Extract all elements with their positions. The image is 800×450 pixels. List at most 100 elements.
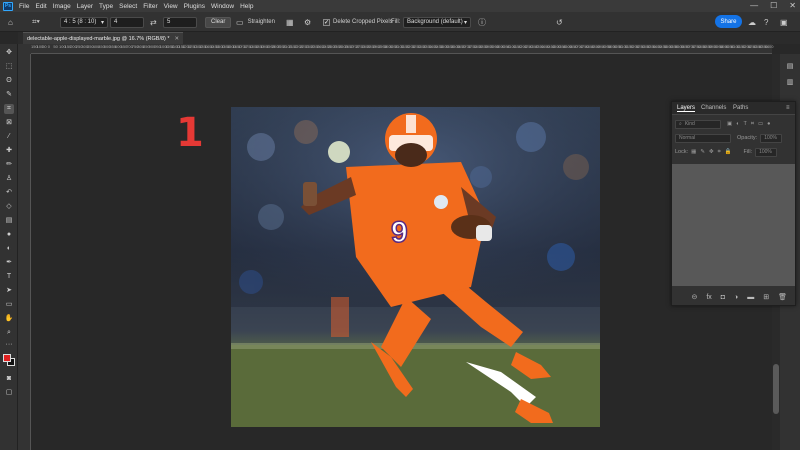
layers-panel: Layers Channels Paths ≡ ⌕ Kind ▣◐T⌗▭● Nor…: [671, 101, 796, 306]
quick-mask-icon[interactable]: ◙: [4, 374, 14, 384]
ruler-tick-label: 50: [42, 44, 47, 49]
opacity-input[interactable]: 100%: [760, 133, 783, 143]
pen-tool-icon[interactable]: ✒: [4, 258, 14, 268]
height-input[interactable]: 5: [163, 16, 197, 28]
lasso-tool-icon[interactable]: ʘ: [4, 76, 14, 86]
cloud-icon[interactable]: ☁: [748, 16, 756, 28]
chevron-down-icon: ▾: [463, 19, 467, 26]
frame-tool-icon[interactable]: ⊠: [4, 118, 14, 128]
width-input[interactable]: 4: [110, 16, 144, 28]
zoom-tool-icon[interactable]: ⌕: [4, 328, 14, 338]
delete-cropped-checkbox[interactable]: ✓: [323, 18, 330, 26]
add-mask-icon[interactable]: ◘: [721, 294, 725, 301]
healing-brush-icon[interactable]: ✚: [4, 146, 14, 156]
more-tools-icon[interactable]: ···: [4, 340, 14, 350]
ruler-tick-label: 6400: [764, 44, 774, 49]
menu-layer[interactable]: Layer: [77, 3, 93, 10]
ruler-tick-label: 50: [53, 44, 58, 49]
maximize-icon[interactable]: ☐: [770, 1, 777, 10]
dodge-tool-icon[interactable]: ◐: [4, 244, 14, 254]
home-icon[interactable]: ⌂: [8, 16, 13, 28]
menu-edit[interactable]: Edit: [35, 3, 46, 10]
document-tab-title: delectable-apple-displayed-marble.jpg @ …: [27, 35, 170, 42]
screen-mode-icon[interactable]: ▢: [4, 388, 14, 398]
share-button[interactable]: Share: [715, 15, 742, 28]
info-icon[interactable]: ⓘ: [478, 16, 486, 28]
hand-tool-icon[interactable]: ✋: [4, 314, 14, 324]
menu-view[interactable]: View: [164, 3, 178, 10]
close-tab-icon[interactable]: ✕: [175, 36, 180, 42]
fill-value: Background (default): [407, 19, 463, 25]
menu-type[interactable]: Type: [99, 3, 113, 10]
lock-icons[interactable]: ▦✎✥⌗🔒: [691, 149, 735, 156]
straighten-label[interactable]: Straighten: [248, 19, 275, 25]
link-layers-icon[interactable]: ⊝: [691, 293, 697, 301]
blend-mode-select[interactable]: Normal: [675, 133, 731, 143]
help-icon[interactable]: ?: [764, 16, 768, 28]
tab-paths[interactable]: Paths: [733, 105, 748, 111]
opacity-label: Opacity:: [737, 135, 758, 141]
layer-filter-value: Kind: [684, 121, 695, 127]
straighten-icon[interactable]: ▭: [236, 18, 244, 27]
type-tool-icon[interactable]: T: [4, 272, 14, 282]
minimize-icon[interactable]: —: [750, 1, 758, 10]
foreground-color-swatch[interactable]: [3, 354, 11, 362]
gear-icon[interactable]: ⚙: [304, 16, 311, 28]
close-icon[interactable]: ✕: [789, 1, 796, 10]
blur-tool-icon[interactable]: ●: [4, 230, 14, 240]
crop-tool-icon[interactable]: ⌗▾: [32, 16, 40, 28]
adjustment-layer-icon[interactable]: ◑: [734, 294, 738, 301]
swap-icon[interactable]: ⇄: [150, 16, 157, 28]
grid-overlay-icon[interactable]: ▦: [286, 16, 294, 28]
layers-panel-icon[interactable]: ▤: [785, 62, 795, 72]
document-tab[interactable]: delectable-apple-displayed-marble.jpg @ …: [23, 32, 184, 44]
delete-layer-icon[interactable]: 🗑: [778, 293, 787, 301]
tab-channels[interactable]: Channels: [701, 105, 726, 111]
menu-image[interactable]: Image: [53, 3, 71, 10]
properties-panel-icon[interactable]: ▥: [785, 78, 795, 88]
gradient-tool-icon[interactable]: ▤: [4, 216, 14, 226]
menu-select[interactable]: Select: [119, 3, 137, 10]
fill-select[interactable]: Background (default) ▾: [403, 16, 471, 28]
scrollbar-thumb[interactable]: [773, 364, 779, 414]
fill-label: Fill:: [391, 19, 401, 25]
menu-help[interactable]: Help: [240, 3, 253, 10]
search-icon: ⌕: [679, 121, 682, 127]
brush-tool-icon[interactable]: ✏: [4, 160, 14, 170]
crop-tool-icon[interactable]: ⌗: [4, 104, 14, 114]
quick-select-tool-icon[interactable]: ✎: [4, 90, 14, 100]
move-tool-icon[interactable]: ✥: [4, 48, 14, 58]
fill-input[interactable]: 100%: [755, 147, 778, 157]
new-group-icon[interactable]: ▬: [747, 294, 754, 301]
options-bar: ⌂ ⌗▾ 4 : 5 (8 : 10) ▾ 4 ⇄ 5 Clear ▭ Straig…: [0, 12, 800, 32]
menu-bar: Ps File Edit Image Layer Type Select Fil…: [0, 0, 800, 12]
rectangle-tool-icon[interactable]: ▭: [4, 300, 14, 310]
ruler-horizontal: 150 100 50 0 50 100 150 200 250 300 350 400 450 500 55…: [31, 44, 774, 54]
panel-menu-icon[interactable]: ≡: [786, 105, 790, 111]
document-image[interactable]: 9: [231, 107, 600, 427]
tools-panel: ✥ ⬚ ʘ ✎ ⌗ ⊠ ⁄ ✚ ✏ ♙ ↶ ◇ ▤ ● ◐ ✒ T ➤ ▭ ✋ …: [0, 44, 18, 450]
reset-icon[interactable]: ↺: [556, 16, 563, 28]
eraser-tool-icon[interactable]: ◇: [4, 202, 14, 212]
menu-plugins[interactable]: Plugins: [184, 3, 205, 10]
tab-layers[interactable]: Layers: [677, 105, 696, 112]
path-select-icon[interactable]: ➤: [4, 286, 14, 296]
menu-filter[interactable]: Filter: [143, 3, 157, 10]
clone-stamp-icon[interactable]: ♙: [4, 174, 14, 184]
ratio-select[interactable]: 4 : 5 (8 : 10) ▾: [60, 16, 108, 28]
photoshop-logo-icon[interactable]: Ps: [3, 1, 13, 11]
menu-file[interactable]: File: [19, 3, 29, 10]
new-layer-icon[interactable]: ⊞: [763, 293, 769, 301]
layer-filter-select[interactable]: ⌕ Kind: [675, 119, 721, 129]
clear-button[interactable]: Clear: [205, 16, 232, 28]
fill-label: Fill:: [743, 149, 753, 155]
layer-list[interactable]: [672, 164, 795, 286]
workspace-icon[interactable]: ▣: [780, 16, 788, 28]
fx-icon[interactable]: fx: [706, 294, 711, 301]
document-tab-bar: delectable-apple-displayed-marble.jpg @ …: [18, 32, 800, 44]
history-brush-icon[interactable]: ↶: [4, 188, 14, 198]
menu-window[interactable]: Window: [211, 3, 234, 10]
marquee-tool-icon[interactable]: ⬚: [4, 62, 14, 72]
filter-icons[interactable]: ▣◐T⌗▭●: [727, 121, 775, 128]
eyedropper-tool-icon[interactable]: ⁄: [4, 132, 14, 142]
